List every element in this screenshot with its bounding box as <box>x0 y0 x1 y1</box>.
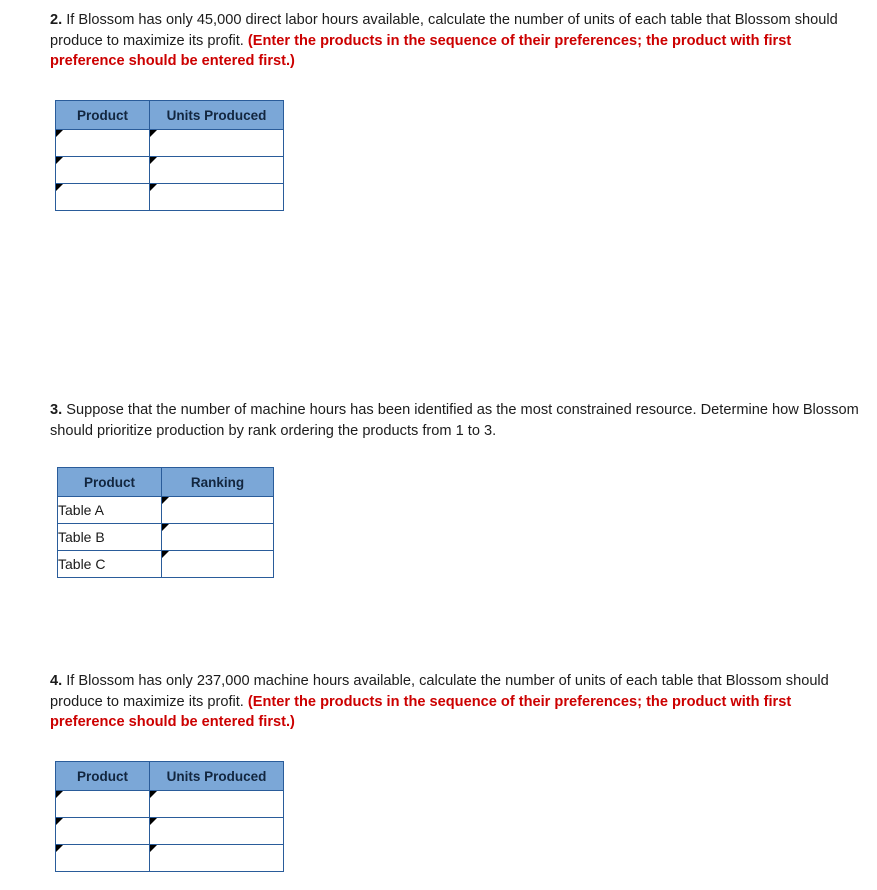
table-row <box>55 156 284 185</box>
question-3-text: 3. Suppose that the number of machine ho… <box>50 400 862 441</box>
table-row: Table C <box>57 550 274 579</box>
comment-marker-icon <box>56 157 63 165</box>
comment-marker-icon <box>150 818 157 826</box>
cell-content <box>150 184 283 210</box>
question-2-text: 2. If Blossom has only 45,000 direct lab… <box>50 10 862 72</box>
comment-marker-icon <box>150 157 157 165</box>
question-4-table: Product Units Produced <box>55 761 284 873</box>
comment-marker-icon <box>150 845 157 853</box>
table-row: Table B <box>57 523 274 552</box>
table-row <box>55 817 284 846</box>
table-header-row: Product Units Produced <box>55 100 284 131</box>
comment-marker-icon <box>56 130 63 138</box>
cell-content <box>56 818 149 844</box>
question-3: 3. Suppose that the number of machine ho… <box>50 400 862 579</box>
cell-content <box>162 551 273 577</box>
column-header-units-produced: Units Produced <box>149 100 284 131</box>
ranking-input-cell[interactable] <box>161 496 274 525</box>
units-input-cell[interactable] <box>149 844 284 873</box>
comment-marker-icon <box>56 845 63 853</box>
cell-content <box>150 791 283 817</box>
product-input-cell[interactable] <box>55 156 150 185</box>
column-header-product: Product <box>55 761 150 792</box>
comment-marker-icon <box>150 184 157 192</box>
cell-content <box>162 524 273 550</box>
question-3-body: Suppose that the number of machine hours… <box>50 402 859 439</box>
comment-marker-icon <box>56 818 63 826</box>
units-input-cell[interactable] <box>149 156 284 185</box>
units-input-cell[interactable] <box>149 183 284 212</box>
worksheet-page: 2. If Blossom has only 45,000 direct lab… <box>0 0 877 890</box>
product-input-cell[interactable] <box>55 844 150 873</box>
comment-marker-icon <box>162 497 169 505</box>
cell-content <box>56 157 149 183</box>
comment-marker-icon <box>56 184 63 192</box>
product-value: Table A <box>58 502 104 519</box>
table-header-row: Product Units Produced <box>55 761 284 792</box>
column-header-ranking: Ranking <box>161 467 274 498</box>
product-input-cell[interactable] <box>55 790 150 819</box>
product-input-cell[interactable] <box>55 817 150 846</box>
ranking-input-cell[interactable] <box>161 550 274 579</box>
question-2-number: 2. <box>50 12 63 28</box>
product-label-cell: Table C <box>57 550 162 579</box>
cell-content <box>56 130 149 156</box>
question-4-number: 4. <box>50 673 63 689</box>
question-2: 2. If Blossom has only 45,000 direct lab… <box>50 10 862 212</box>
product-label-cell: Table B <box>57 523 162 552</box>
table-row <box>55 129 284 158</box>
units-input-cell[interactable] <box>149 817 284 846</box>
cell-content <box>56 184 149 210</box>
units-input-cell[interactable] <box>149 790 284 819</box>
product-input-cell[interactable] <box>55 183 150 212</box>
table-row <box>55 183 284 212</box>
cell-content <box>56 845 149 871</box>
column-header-product: Product <box>55 100 150 131</box>
product-value: Table B <box>58 529 105 546</box>
ranking-input-cell[interactable] <box>161 523 274 552</box>
cell-content <box>150 845 283 871</box>
cell-content <box>150 130 283 156</box>
comment-marker-icon <box>56 791 63 799</box>
comment-marker-icon <box>150 791 157 799</box>
units-input-cell[interactable] <box>149 129 284 158</box>
cell-content <box>162 497 273 523</box>
table-row <box>55 790 284 819</box>
column-header-product: Product <box>57 467 162 498</box>
table-row: Table A <box>57 496 274 525</box>
table-header-row: Product Ranking <box>57 467 274 498</box>
question-4: 4. If Blossom has only 237,000 machine h… <box>50 671 862 873</box>
question-2-table: Product Units Produced <box>55 100 284 212</box>
product-value: Table C <box>58 556 106 573</box>
comment-marker-icon <box>150 130 157 138</box>
comment-marker-icon <box>162 524 169 532</box>
cell-content <box>150 818 283 844</box>
table-row <box>55 844 284 873</box>
cell-content <box>150 157 283 183</box>
question-3-table: Product Ranking Table A Table B Table C <box>57 467 274 579</box>
product-input-cell[interactable] <box>55 129 150 158</box>
column-header-units-produced: Units Produced <box>149 761 284 792</box>
comment-marker-icon <box>162 551 169 559</box>
cell-content <box>56 791 149 817</box>
question-4-text: 4. If Blossom has only 237,000 machine h… <box>50 671 862 733</box>
product-label-cell: Table A <box>57 496 162 525</box>
question-3-number: 3. <box>50 402 63 418</box>
